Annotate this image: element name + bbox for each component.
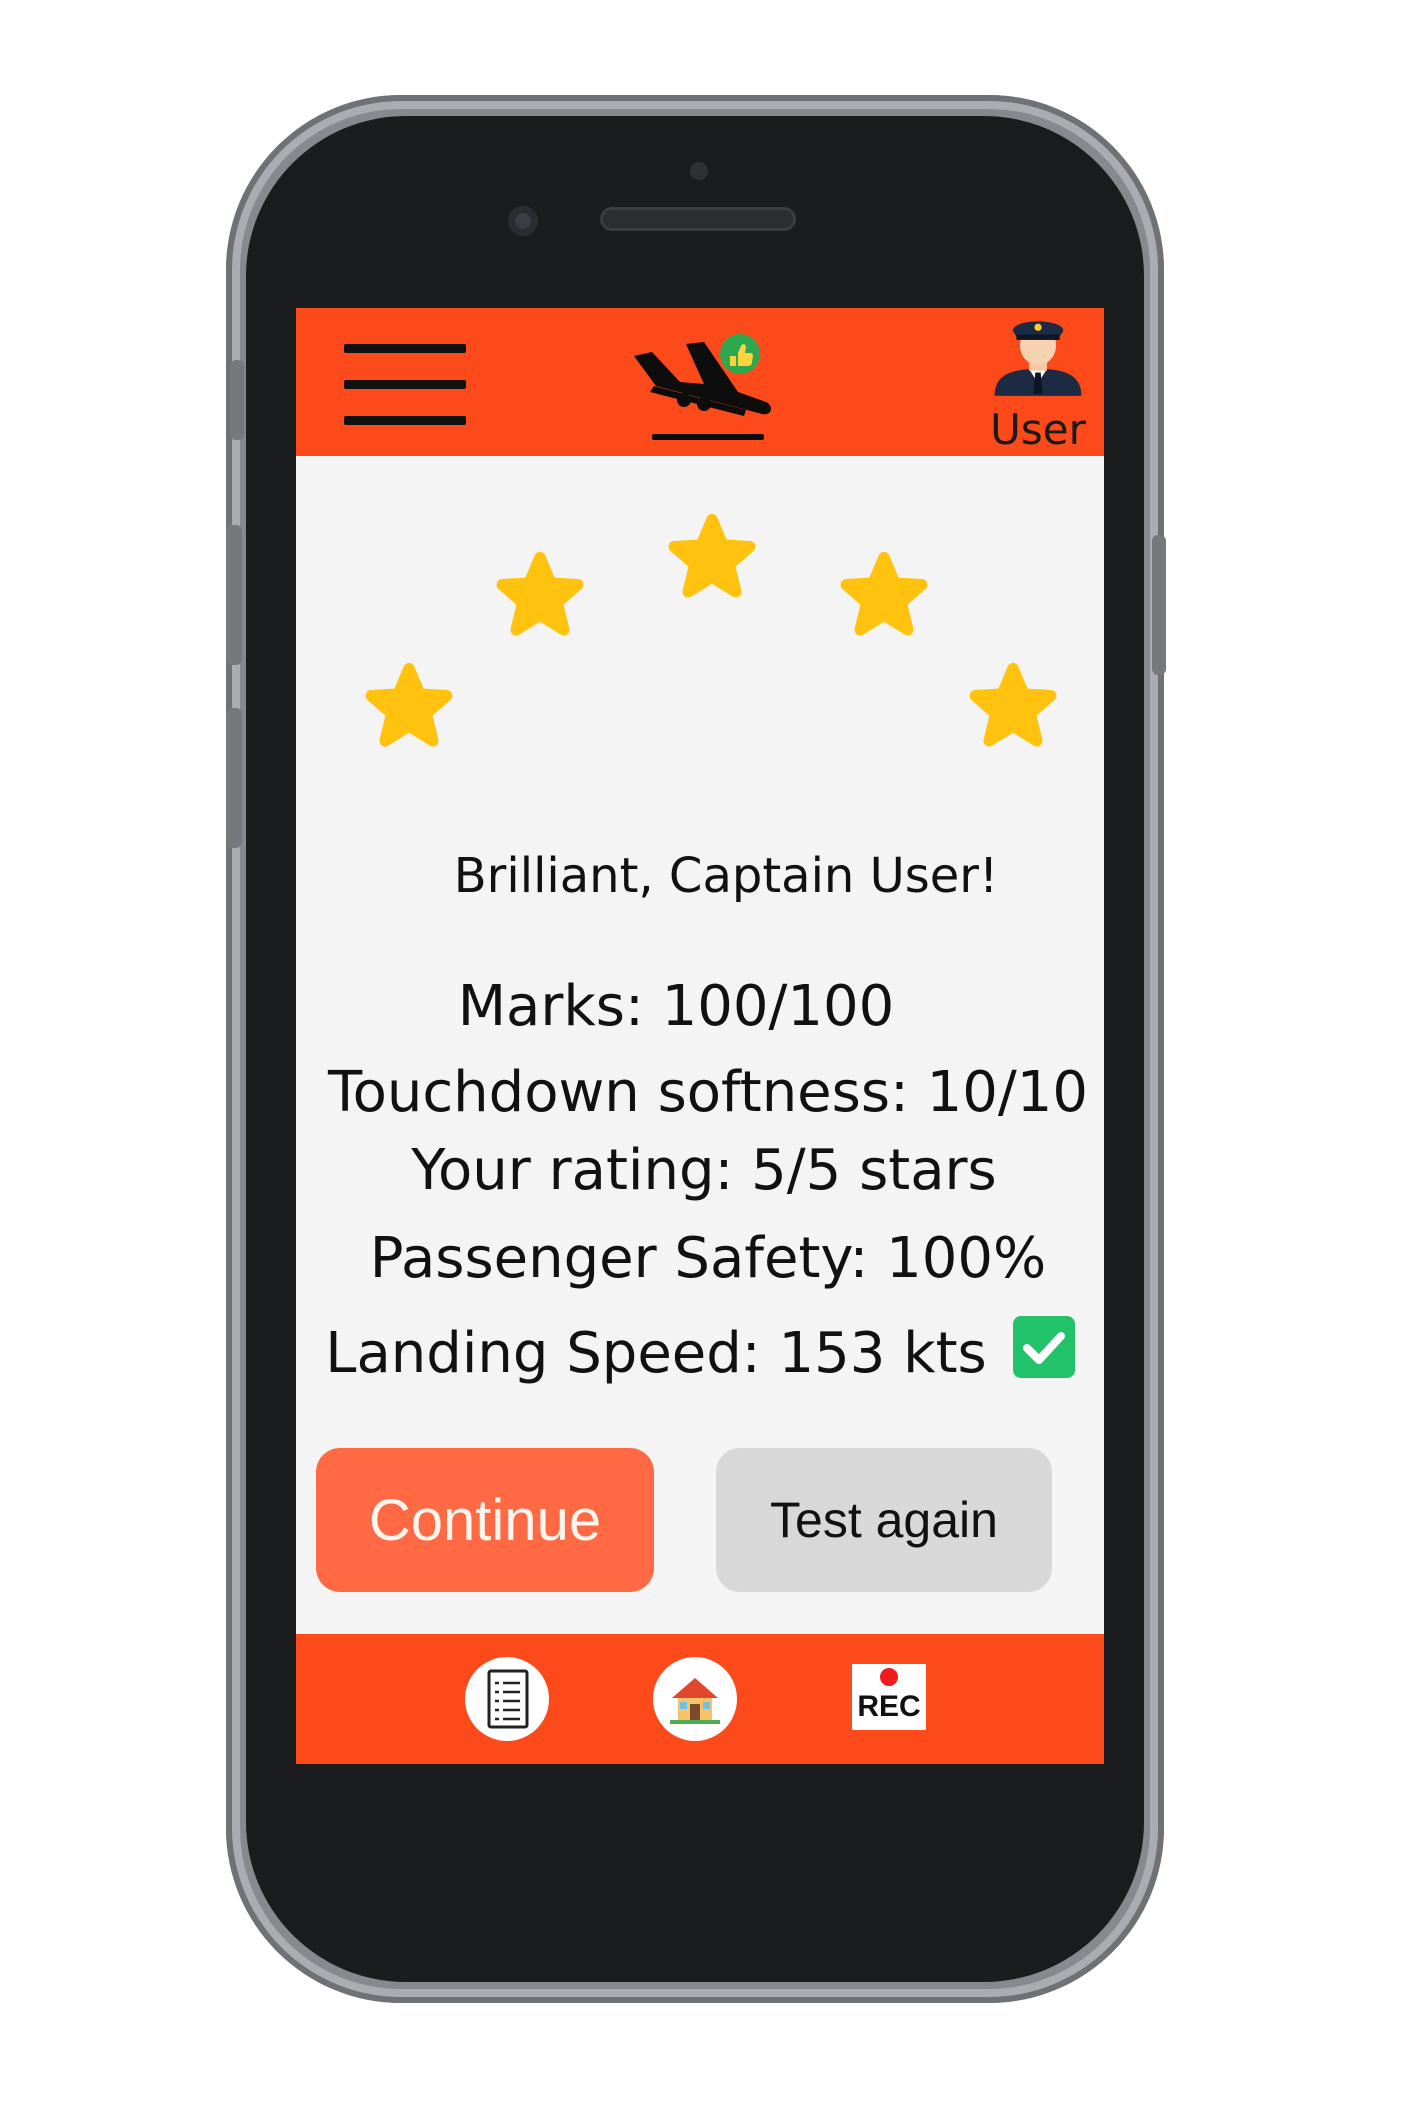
phone-mute-switch — [230, 360, 244, 440]
user-profile-button[interactable]: User — [976, 312, 1100, 454]
home-button[interactable] — [652, 1656, 738, 1742]
user-label: User — [990, 405, 1086, 454]
phone-power-button — [1152, 535, 1166, 675]
passenger-safety-text: Passenger Safety: 100% — [369, 1226, 1047, 1291]
star-2-icon — [502, 558, 577, 630]
touchdown-softness-text: Touchdown softness: 10/10 — [327, 1060, 1089, 1125]
record-button[interactable]: REC — [846, 1656, 932, 1742]
airplane-landing-thumbs-up-icon — [634, 334, 771, 440]
green-check-icon — [1012, 1316, 1075, 1378]
hamburger-menu-icon[interactable] — [344, 338, 466, 428]
continue-button[interactable]: Continue — [316, 1448, 654, 1592]
star-3-icon — [674, 520, 749, 592]
checklist-icon — [465, 1657, 549, 1741]
star-5-icon — [975, 669, 1050, 741]
landing-speed-row: Landing Speed: 153 kts — [296, 1316, 1104, 1386]
earpiece-speaker — [600, 207, 796, 231]
phone-volume-down — [226, 708, 242, 848]
greeting-text: Brilliant, Captain User! — [453, 848, 999, 904]
marks-text: Marks: 100/100 — [457, 974, 895, 1039]
test-again-button[interactable]: Test again — [716, 1448, 1052, 1592]
star-4-icon — [846, 558, 921, 630]
landing-speed-text: Landing Speed: 153 kts — [325, 1321, 987, 1386]
front-camera — [508, 206, 538, 236]
home-icon — [653, 1657, 737, 1741]
checklist-button[interactable] — [464, 1656, 550, 1742]
top-app-bar: User — [296, 308, 1104, 456]
pilot-avatar-icon — [994, 321, 1082, 396]
star-1-icon — [371, 669, 446, 741]
app-screen: User Brilliant, Captain User! Marks: 100… — [296, 308, 1104, 1764]
proximity-sensor — [690, 162, 708, 180]
phone-volume-up — [226, 525, 242, 665]
your-rating-text: Your rating: 5/5 stars — [411, 1138, 997, 1203]
bottom-nav-bar: REC — [296, 1634, 1104, 1764]
record-label: REC — [857, 1690, 921, 1723]
record-icon: REC — [852, 1664, 926, 1730]
